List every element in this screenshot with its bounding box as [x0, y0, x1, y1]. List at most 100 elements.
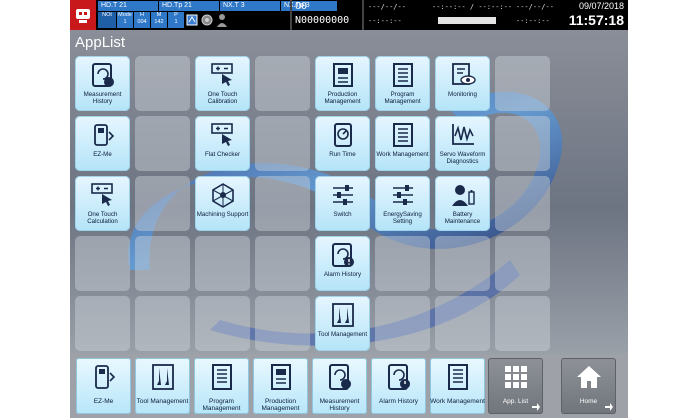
empty-slot	[135, 296, 190, 351]
app-label: One Touch Calculation	[87, 211, 118, 225]
operator-status-icon	[216, 12, 228, 28]
status-nx-t: NX.T 3	[220, 1, 280, 11]
machining-support-icon	[211, 183, 234, 208]
shortcut-dock: EZ-Me Tool Management Program Management…	[70, 354, 628, 418]
tool-management-icon	[151, 364, 174, 390]
spindle-status-icon	[201, 12, 213, 28]
page-title: AppList	[75, 34, 126, 51]
empty-slot	[495, 56, 550, 111]
home-icon	[576, 366, 601, 388]
app-tile-production-management[interactable]: Production Management	[315, 56, 370, 111]
app-tile-monitoring[interactable]: Monitoring	[435, 56, 490, 111]
arrow-right-icon	[605, 403, 613, 411]
logo	[70, 0, 96, 30]
empty-slot	[135, 56, 190, 111]
app-label: Tool Management	[317, 331, 368, 338]
measurement-history-icon	[91, 63, 114, 87]
program-management-icon	[211, 364, 232, 390]
dock-label: Alarm History	[378, 398, 418, 405]
app-label: Alarm History	[323, 271, 362, 278]
battery-maintenance-icon	[451, 185, 475, 206]
alarm-history-icon	[331, 243, 354, 267]
dock-program-management-button[interactable]: Program Management	[194, 358, 249, 414]
app-tile-energysaving-setting[interactable]: EnergySaving Setting	[375, 176, 430, 231]
empty-slot	[255, 116, 310, 171]
dock-measurement-history-button[interactable]: Measurement History	[312, 358, 367, 414]
app-tile-battery-maintenance[interactable]: Battery Maintenance	[435, 176, 490, 231]
app-label: Switch	[333, 211, 352, 218]
dock-production-management-button[interactable]: Production Management	[253, 358, 308, 414]
one-touch-calibration-icon	[210, 63, 233, 86]
home-button[interactable]: Home	[561, 358, 616, 414]
app-tile-machining-support[interactable]: Machining Support	[195, 176, 250, 231]
timer-display: ---/--/-- --:--:-- --:--:-- / --:--:-- -…	[366, 0, 566, 30]
dock-ez-me-button[interactable]: EZ-Me	[76, 358, 131, 414]
app-tile-ez-me[interactable]: EZ-Me	[75, 116, 130, 171]
app-list-button[interactable]: App. List	[488, 358, 543, 414]
app-label: Flat Checker	[204, 151, 241, 158]
app-list-icon	[504, 366, 527, 388]
app-label: Monitoring	[448, 91, 477, 98]
empty-slot	[435, 236, 490, 291]
status-mode-4: P1	[168, 12, 184, 28]
timer-left-time: --:--:--	[368, 17, 402, 25]
app-tile-switch[interactable]: Switch	[315, 176, 370, 231]
empty-slot	[135, 236, 190, 291]
app-tile-alarm-history[interactable]: Alarm History	[315, 236, 370, 291]
dock-alarm-history-button[interactable]: Alarm History	[371, 358, 426, 414]
app-tile-flat-checker[interactable]: Flat Checker	[195, 116, 250, 171]
current-time: 11:57:18	[568, 12, 624, 28]
dock-label: Tool Management	[136, 398, 189, 405]
monitoring-icon	[451, 63, 476, 85]
program-n-number: N00000000	[295, 15, 350, 26]
ez-me-icon	[93, 124, 114, 146]
switch-icon	[332, 185, 353, 205]
app-tile-program-management[interactable]: Program Management	[375, 56, 430, 111]
servo-waveform-icon	[451, 124, 474, 145]
status-mode-0: NOt	[98, 12, 116, 28]
empty-slot	[135, 116, 190, 171]
dock-label: Measurement History	[319, 398, 360, 412]
robot-logo-icon	[76, 9, 90, 23]
app-tile-one-touch-calculation[interactable]: One Touch Calculation	[75, 176, 130, 231]
empty-slot	[255, 176, 310, 231]
ez-me-icon	[94, 365, 115, 389]
app-tile-tool-management[interactable]: Tool Management	[315, 296, 370, 351]
dock-label: Program Management	[202, 398, 241, 412]
empty-slot	[375, 296, 430, 351]
timer-progress-bar	[438, 17, 496, 24]
tool-management-icon	[331, 303, 354, 327]
work-management-icon	[447, 364, 468, 390]
machine-status-icon	[186, 12, 198, 28]
one-touch-calculation-icon	[90, 183, 113, 206]
empty-slot	[195, 296, 250, 351]
production-management-icon	[270, 364, 291, 390]
dock-tool-management-button[interactable]: Tool Management	[135, 358, 190, 414]
app-tile-run-time[interactable]: Run Time	[315, 116, 370, 171]
status-hd-tp: HD.Tp 21	[159, 1, 219, 11]
empty-slot	[75, 296, 130, 351]
dock-label: Work Management	[430, 398, 485, 405]
run-time-icon	[333, 123, 352, 147]
app-label: Program Management	[384, 91, 421, 105]
app-tile-servo-waveform-diagnostics[interactable]: Servo Waveform Diagnostics	[435, 116, 490, 171]
app-label: Machining Support	[196, 211, 249, 218]
status-bar: HD.T 21 HD.Tp 21 NX.T 3 NX.Tp 3 NOt Mode…	[70, 0, 628, 30]
app-label: EZ-Me	[93, 151, 112, 158]
app-tile-work-management[interactable]: Work Management	[375, 116, 430, 171]
app-label: Battery Maintenance	[444, 211, 481, 225]
empty-slot	[375, 236, 430, 291]
program-management-icon	[392, 63, 413, 87]
dock-label: Production Management	[261, 398, 300, 412]
empty-slot	[495, 116, 550, 171]
program-o-number: O0	[295, 1, 308, 12]
empty-slot	[255, 56, 310, 111]
app-tile-measurement-history[interactable]: Measurement History	[75, 56, 130, 111]
work-management-icon	[392, 123, 413, 147]
empty-slot	[195, 236, 250, 291]
alarm-history-icon	[387, 364, 410, 390]
empty-slot	[495, 176, 550, 231]
app-tile-one-touch-calibration[interactable]: One Touch Calibration	[195, 56, 250, 111]
current-date: 09/07/2018	[578, 1, 624, 11]
dock-work-management-button[interactable]: Work Management	[430, 358, 485, 414]
